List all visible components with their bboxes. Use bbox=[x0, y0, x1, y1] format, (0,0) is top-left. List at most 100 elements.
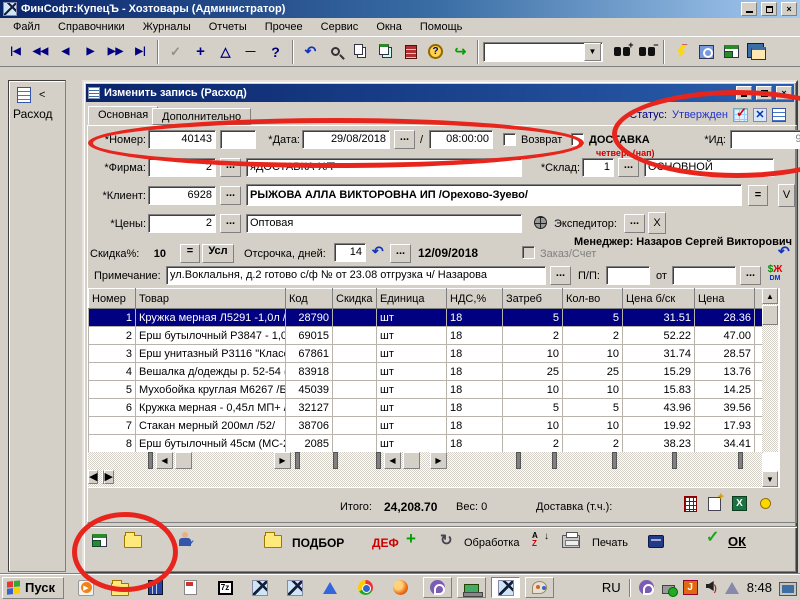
scroll-down-button[interactable]: ▼ bbox=[762, 471, 778, 487]
copy-table-icon[interactable] bbox=[373, 40, 398, 64]
side-panel-label[interactable]: Расход bbox=[9, 107, 65, 121]
confirm-icon[interactable]: ✓ bbox=[163, 40, 188, 64]
folder-open-icon[interactable] bbox=[124, 532, 142, 548]
grid-vscrollbar[interactable]: ▲ bbox=[762, 288, 778, 452]
search-dropdown-button[interactable]: ▼ bbox=[584, 43, 601, 61]
tray-volume-icon[interactable]: ) bbox=[706, 581, 717, 594]
column-splitter[interactable] bbox=[333, 452, 338, 469]
scroll-up-button[interactable]: ▲ bbox=[762, 288, 778, 304]
time-field[interactable]: 08:00:00 bbox=[429, 130, 493, 149]
pp-from-field[interactable] bbox=[672, 266, 736, 285]
date-field[interactable]: 29/08/2018 bbox=[302, 130, 390, 149]
column-splitter[interactable] bbox=[376, 452, 381, 469]
menu-reports[interactable]: Отчеты bbox=[200, 19, 256, 35]
table-row[interactable]: 5Мухобойка круглая М6267 /Ба45039шт18101… bbox=[89, 381, 763, 399]
print-settings-icon[interactable] bbox=[648, 532, 664, 548]
table-row[interactable]: 3Ерш унитазный Р3116 "Класси67861шт18101… bbox=[89, 345, 763, 363]
process-button[interactable]: Обработка bbox=[464, 535, 519, 551]
delivery-checkbox[interactable] bbox=[571, 133, 584, 146]
save-search-icon[interactable] bbox=[694, 40, 719, 64]
start-button[interactable]: Пуск bbox=[2, 577, 64, 599]
menu-file[interactable]: Файл bbox=[4, 19, 49, 35]
quicklaunch-chrome-icon[interactable] bbox=[358, 580, 373, 595]
number2-field[interactable] bbox=[220, 130, 256, 149]
column-header[interactable]: НДС,% bbox=[447, 289, 503, 309]
delete-record-icon[interactable]: — bbox=[238, 40, 263, 64]
column-header[interactable]: Скидка bbox=[333, 289, 377, 309]
quicklaunch-firefox-icon[interactable] bbox=[393, 580, 408, 595]
pp-picker-button[interactable]: ... bbox=[740, 266, 761, 285]
nav-next-fast-button[interactable]: ▶▶ bbox=[103, 40, 128, 64]
quicklaunch-book-icon[interactable] bbox=[148, 580, 163, 595]
col-scroll-right-button[interactable]: ▶ bbox=[430, 452, 447, 469]
copy-icon[interactable] bbox=[348, 40, 373, 64]
table-row[interactable]: 2Ерш бутылочный Р3847 - 1,0л,69015шт1822… bbox=[89, 327, 763, 345]
menu-service[interactable]: Сервис bbox=[312, 19, 368, 35]
column-splitter[interactable] bbox=[612, 452, 617, 469]
manager-person-icon[interactable]: ✓ bbox=[178, 532, 192, 547]
clock[interactable]: 8:48 bbox=[747, 580, 772, 595]
nav-next-button[interactable]: ▶ bbox=[78, 40, 103, 64]
col-scroll-thumb[interactable] bbox=[175, 452, 192, 469]
def-button[interactable]: ДЕФ bbox=[372, 535, 399, 551]
quicklaunch-finsoft-icon[interactable] bbox=[252, 580, 268, 596]
date-picker-button[interactable]: ... bbox=[394, 130, 415, 149]
tray-java-icon[interactable]: J bbox=[683, 580, 698, 595]
column-splitter[interactable] bbox=[295, 452, 300, 469]
edit-doc-icon[interactable] bbox=[708, 497, 721, 511]
search-icon[interactable] bbox=[323, 40, 348, 64]
sort-az-icon[interactable]: AZ bbox=[532, 532, 544, 548]
column-header[interactable]: Код bbox=[286, 289, 333, 309]
firm-code-field[interactable]: 2 bbox=[148, 158, 216, 177]
find-remove-icon[interactable]: − bbox=[634, 40, 659, 64]
deferral-refresh-icon[interactable]: ↶ bbox=[372, 243, 384, 259]
return-checkbox[interactable] bbox=[503, 133, 516, 146]
nav-prev-button[interactable]: ◀ bbox=[53, 40, 78, 64]
warehouse-picker-button[interactable]: ... bbox=[618, 158, 639, 177]
close-button[interactable]: × bbox=[781, 2, 797, 16]
task-finsoft-button[interactable] bbox=[491, 577, 520, 598]
vscroll-thumb[interactable] bbox=[762, 305, 778, 325]
status-approve-icon[interactable] bbox=[733, 108, 748, 122]
column-header[interactable]: Единица bbox=[377, 289, 447, 309]
col-scroll-left-button[interactable]: ◀ bbox=[156, 452, 173, 469]
column-header[interactable]: Цена б/ск bbox=[623, 289, 695, 309]
tray-usb-icon[interactable] bbox=[662, 585, 675, 594]
add-record-icon[interactable]: + bbox=[188, 40, 213, 64]
status-cancel-icon[interactable]: ✕ bbox=[753, 108, 767, 122]
col-scroll-thumb[interactable] bbox=[403, 452, 420, 469]
menu-references[interactable]: Справочники bbox=[49, 19, 134, 35]
quicklaunch-mediaplayer-icon[interactable] bbox=[78, 580, 94, 596]
note-more-button[interactable]: ... bbox=[550, 266, 571, 285]
column-header[interactable]: Затреб bbox=[503, 289, 563, 309]
help-icon[interactable]: ? bbox=[263, 40, 288, 64]
number-field[interactable]: 40143 bbox=[148, 130, 216, 149]
nav-first-button[interactable]: |◀ bbox=[3, 40, 28, 64]
forward-icon[interactable]: ↪ bbox=[448, 40, 473, 64]
column-splitter[interactable] bbox=[516, 452, 521, 469]
column-header[interactable]: Номер bbox=[89, 289, 136, 309]
dialog-maximize-button[interactable] bbox=[756, 86, 772, 100]
tray-triangle-icon[interactable] bbox=[725, 582, 739, 594]
note-field[interactable]: ул.Воклальня, д.2 готово с/ф № от 23.08 … bbox=[166, 266, 546, 285]
tray-viber-icon[interactable] bbox=[639, 580, 654, 595]
client-v-button[interactable]: V bbox=[778, 184, 795, 207]
forwarder-picker-button[interactable]: ... bbox=[624, 214, 645, 233]
status-doc-icon[interactable] bbox=[772, 108, 786, 122]
nav-prev-fast-button[interactable]: ◀◀ bbox=[28, 40, 53, 64]
table-row[interactable]: 6Кружка мерная - 0,45л МП+ /32127шт18554… bbox=[89, 399, 763, 417]
table-row[interactable]: 4Вешалка д/одежды р. 52-54 (N83918шт1825… bbox=[89, 363, 763, 381]
scroll-right-button[interactable]: ▶ bbox=[104, 470, 114, 484]
new-window-icon[interactable] bbox=[719, 40, 744, 64]
menu-other[interactable]: Прочее bbox=[256, 19, 312, 35]
pp-field[interactable] bbox=[606, 266, 650, 285]
ok-check-icon[interactable]: ✓ bbox=[706, 530, 719, 546]
process-icon[interactable]: ↻ bbox=[440, 533, 453, 549]
prices-code-field[interactable]: 2 bbox=[148, 214, 216, 233]
calculator-icon[interactable] bbox=[684, 496, 697, 512]
column-header[interactable]: Цена bbox=[695, 289, 755, 309]
podbor-button[interactable]: ПОДБОР bbox=[292, 535, 344, 551]
warehouse-code-field[interactable]: 1 bbox=[582, 158, 614, 177]
menu-journals[interactable]: Журналы bbox=[134, 19, 200, 35]
help-coin-icon[interactable]: ? bbox=[423, 40, 448, 64]
